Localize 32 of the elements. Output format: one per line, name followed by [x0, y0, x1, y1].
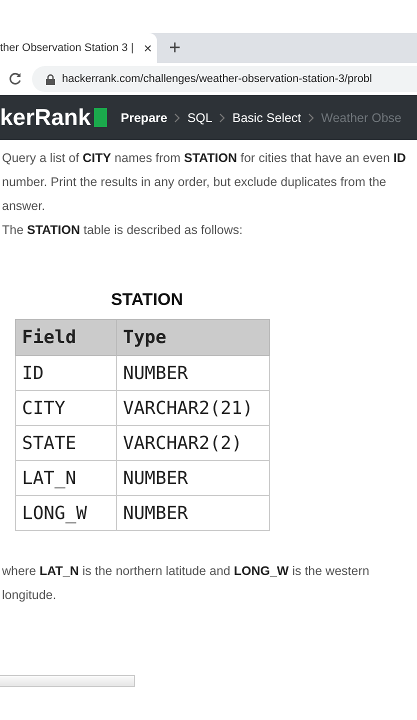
table-cell: ID [16, 356, 116, 390]
chevron-icon [307, 112, 316, 122]
table-cell: LAT_N [16, 460, 116, 496]
url-text: hackerrank.com/challenges/weather-observation-station-3/probl [62, 73, 372, 85]
table-cell: NUMBER [116, 356, 270, 390]
lock-icon [46, 74, 55, 84]
tab-title: ther Observation Station 3 | [0, 42, 134, 54]
table-cell: VARCHAR2(21) [116, 390, 270, 426]
logo-block-icon [94, 108, 107, 127]
table-cell: CITY [16, 390, 116, 426]
address-bar[interactable]: hackerrank.com/challenges/weather-observation-station-3/probl [32, 66, 417, 92]
close-tab-button[interactable]: × [144, 40, 152, 56]
table-cell: NUMBER [116, 460, 270, 496]
table-cell: STATE [16, 426, 116, 460]
chevron-icon [173, 112, 182, 122]
breadcrumb-link[interactable]: SQL [187, 110, 212, 124]
table-cell: VARCHAR2(2) [116, 426, 270, 460]
column-header: Field [16, 320, 116, 356]
new-tab-button[interactable]: + [169, 37, 181, 60]
reload-icon[interactable] [8, 72, 22, 86]
table-title: STATION [110, 289, 184, 311]
breadcrumb-link[interactable]: Basic Select [232, 110, 302, 124]
description-text: Query a list of CITY names from STATION for cities that have an even ID number. Print the results in any order, but exclude duplicates from the answer. [2, 150, 407, 215]
browser-tab[interactable]: ther Observation Station 3 | × [0, 33, 157, 63]
column-header: Type [116, 320, 270, 356]
chevron-icon [218, 112, 226, 122]
table-cell: LONG_W [16, 496, 116, 530]
note-text: where LAT_N is the northern latitude and LONG_W is the western longitude. [2, 563, 370, 604]
breadcrumb-link[interactable]: Prepare [120, 110, 168, 124]
description-text: The STATION table is described as follows: [2, 222, 244, 239]
logo-text: kerRank [0, 104, 91, 131]
table-cell: NUMBER [116, 496, 270, 530]
